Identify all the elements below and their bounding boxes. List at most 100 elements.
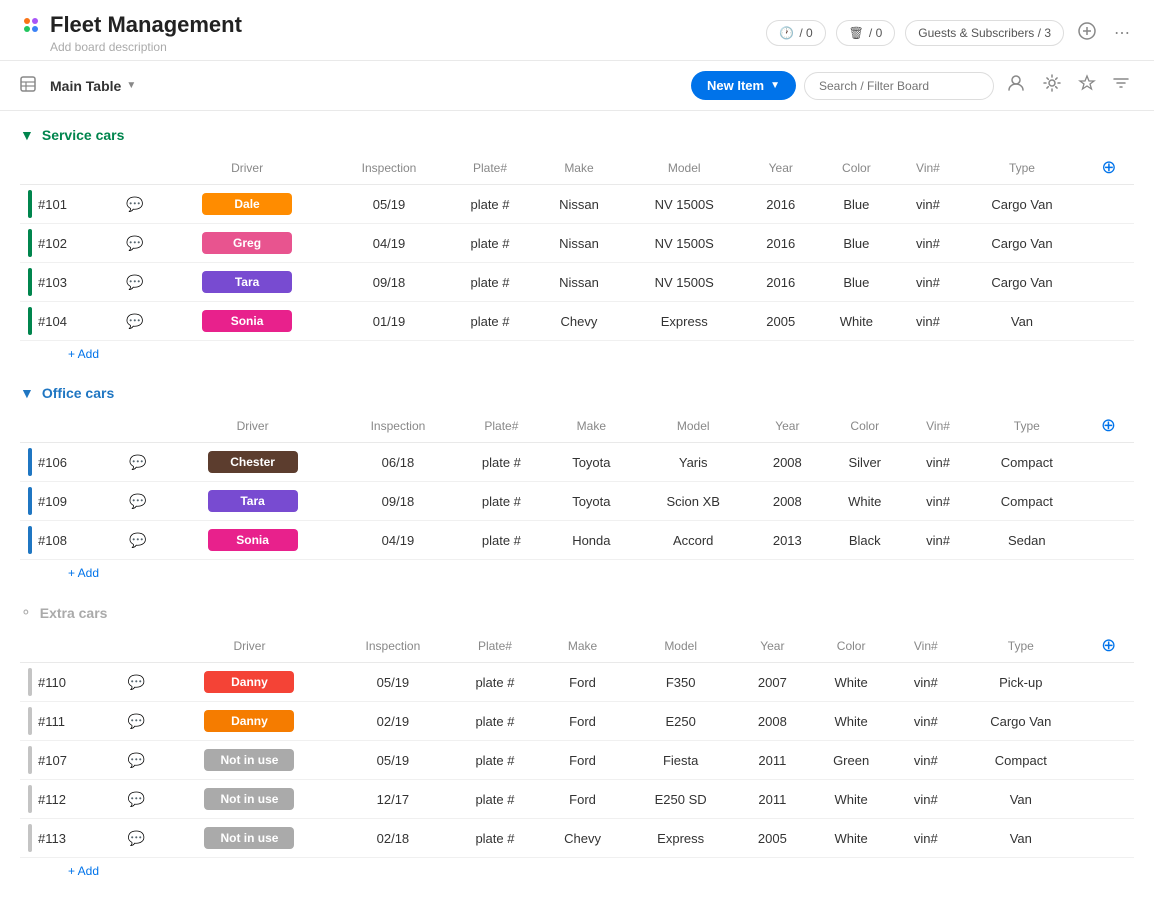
pin-icon[interactable]	[1074, 70, 1100, 101]
group-extra-cars-title[interactable]: Extra cars	[40, 605, 108, 621]
driver-badge: Danny	[204, 710, 294, 732]
activity-icon: 🕐	[779, 26, 794, 40]
group-extra-cars: ⚬ Extra cars Driver Inspection Plate# Ma…	[20, 604, 1134, 878]
col-header-id-ec	[20, 629, 109, 663]
table-row: #110💬Danny05/19plate #FordF3502007Whitev…	[20, 663, 1134, 702]
driver-cell[interactable]: Tara	[165, 482, 339, 521]
group-office-cars-title[interactable]: Office cars	[42, 385, 114, 401]
filter-icon[interactable]	[1108, 70, 1134, 101]
color-bar	[28, 307, 32, 335]
color-cell: White	[809, 702, 894, 741]
comment-cell[interactable]: 💬	[110, 482, 165, 521]
group-service-cars-toggle[interactable]: ▼	[20, 127, 34, 143]
comment-icon[interactable]: 💬	[128, 713, 145, 729]
type-cell: Cargo Van	[958, 702, 1083, 741]
driver-badge: Tara	[202, 271, 292, 293]
year-cell: 2005	[736, 819, 809, 858]
empty-cell	[1083, 741, 1134, 780]
invite-icon[interactable]	[1074, 18, 1100, 49]
guests-button[interactable]: Guests & Subscribers / 3	[905, 20, 1064, 46]
comment-cell[interactable]: 💬	[108, 185, 162, 224]
type-cell: Compact	[971, 443, 1083, 482]
vin-cell: vin#	[893, 780, 958, 819]
col-header-comment-oc	[110, 409, 165, 443]
comment-icon[interactable]: 💬	[128, 674, 145, 690]
col-header-id	[20, 151, 108, 185]
driver-badge: Not in use	[204, 749, 294, 771]
color-bar	[28, 448, 32, 476]
office-cars-add-label[interactable]: + Add	[68, 566, 99, 580]
more-options-icon[interactable]: ⋯	[1110, 19, 1134, 47]
group-service-cars-title[interactable]: Service cars	[42, 127, 125, 143]
office-cars-add-row[interactable]: + Add	[20, 560, 1134, 580]
activity-button[interactable]: 🕐 / 0	[766, 20, 825, 46]
comment-cell[interactable]: 💬	[109, 780, 163, 819]
driver-cell[interactable]: Tara	[162, 263, 332, 302]
toolbar-left: Main Table ▼	[20, 74, 144, 98]
main-table-button[interactable]: Main Table ▼	[42, 74, 144, 98]
table-row: #101💬Dale05/19plate #NissanNV 1500S2016B…	[20, 185, 1134, 224]
plate-cell: plate #	[446, 302, 534, 341]
comment-icon[interactable]: 💬	[129, 493, 146, 509]
driver-cell[interactable]: Greg	[162, 224, 332, 263]
driver-cell[interactable]: Danny	[163, 702, 335, 741]
model-cell: E250 SD	[625, 780, 735, 819]
comment-cell[interactable]: 💬	[108, 224, 162, 263]
extra-cars-add-row[interactable]: + Add	[20, 858, 1134, 878]
comment-cell[interactable]: 💬	[109, 741, 163, 780]
comment-icon[interactable]: 💬	[126, 274, 143, 290]
col-header-color-ec: Color	[809, 629, 894, 663]
col-header-type-ec: Type	[958, 629, 1083, 663]
driver-cell[interactable]: Dale	[162, 185, 332, 224]
search-input[interactable]	[804, 72, 994, 100]
col-header-year-sc: Year	[745, 151, 817, 185]
col-header-add-sc[interactable]: ⊕	[1084, 151, 1134, 185]
extra-cars-body: #110💬Danny05/19plate #FordF3502007Whitev…	[20, 663, 1134, 858]
group-office-cars-toggle[interactable]: ▼	[20, 385, 34, 401]
comment-icon[interactable]: 💬	[129, 532, 146, 548]
comment-icon[interactable]: 💬	[128, 791, 145, 807]
driver-cell[interactable]: Chester	[165, 443, 339, 482]
driver-cell[interactable]: Not in use	[163, 819, 335, 858]
comment-cell[interactable]: 💬	[108, 263, 162, 302]
driver-cell[interactable]: Sonia	[162, 302, 332, 341]
new-item-label: New Item	[707, 78, 764, 93]
make-cell: Ford	[540, 741, 626, 780]
col-header-make-oc: Make	[547, 409, 636, 443]
service-cars-add-label[interactable]: + Add	[68, 347, 99, 361]
comment-icon[interactable]: 💬	[126, 196, 143, 212]
inspection-cell: 02/18	[336, 819, 451, 858]
driver-cell[interactable]: Danny	[163, 663, 335, 702]
app-subtitle[interactable]: Add board description	[20, 40, 242, 54]
col-header-add-oc[interactable]: ⊕	[1083, 409, 1134, 443]
new-item-button[interactable]: New Item ▼	[691, 71, 796, 100]
make-cell: Nissan	[534, 224, 624, 263]
comment-icon[interactable]: 💬	[126, 235, 143, 251]
comment-cell[interactable]: 💬	[109, 819, 163, 858]
comment-icon[interactable]: 💬	[129, 454, 146, 470]
color-cell: White	[809, 780, 894, 819]
comment-cell[interactable]: 💬	[109, 702, 163, 741]
color-bar	[28, 229, 32, 257]
settings-icon[interactable]	[1038, 69, 1066, 102]
group-extra-cars-toggle[interactable]: ⚬	[20, 604, 32, 621]
service-cars-add-row[interactable]: + Add	[20, 341, 1134, 361]
col-header-add-ec[interactable]: ⊕	[1083, 629, 1134, 663]
comment-cell[interactable]: 💬	[110, 443, 165, 482]
row-id: #111	[38, 714, 65, 729]
row-id: #106	[38, 455, 67, 470]
driver-cell[interactable]: Not in use	[163, 741, 335, 780]
comment-cell[interactable]: 💬	[109, 663, 163, 702]
group-service-cars-header: ▼ Service cars	[20, 127, 1134, 143]
driver-cell[interactable]: Sonia	[165, 521, 339, 560]
comment-cell[interactable]: 💬	[108, 302, 162, 341]
inbox-button[interactable]: 🗑 / 0	[836, 20, 896, 46]
inspection-cell: 04/19	[340, 521, 456, 560]
comment-icon[interactable]: 💬	[126, 313, 143, 329]
comment-cell[interactable]: 💬	[110, 521, 165, 560]
driver-cell[interactable]: Not in use	[163, 780, 335, 819]
plate-cell: plate #	[450, 741, 539, 780]
user-icon[interactable]	[1002, 69, 1030, 102]
extra-cars-add-label[interactable]: + Add	[68, 864, 99, 878]
comment-icon[interactable]: 💬	[128, 752, 145, 768]
